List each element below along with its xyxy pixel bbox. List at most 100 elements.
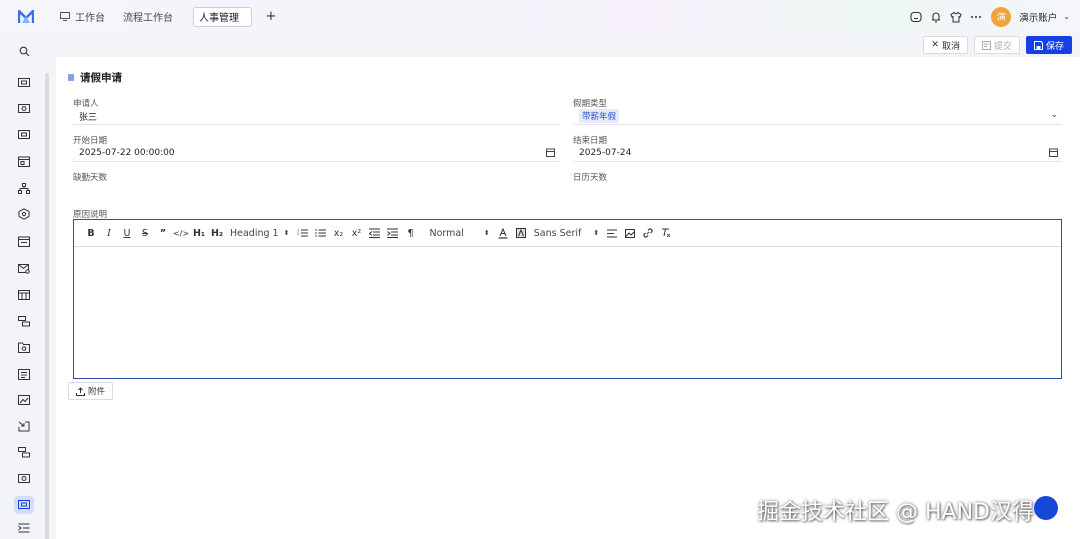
watermark-badge-icon bbox=[1034, 496, 1058, 520]
align-icon[interactable] bbox=[603, 226, 621, 240]
image-icon[interactable] bbox=[621, 226, 639, 240]
code-button[interactable]: </> bbox=[172, 226, 190, 240]
start-date-field[interactable]: 2025-07-22 00:00:00 bbox=[73, 145, 559, 162]
applicant-field[interactable]: 张三 bbox=[73, 108, 559, 125]
submit-icon bbox=[981, 40, 991, 50]
size-select[interactable]: Normal ⬍ bbox=[425, 228, 493, 239]
strikethrough-button[interactable]: S bbox=[136, 226, 154, 240]
top-bar: 工作台 流程工作台 人事管理 + 演 演示账户 ⌄ bbox=[0, 0, 1080, 33]
subscript-button[interactable]: x₂ bbox=[329, 226, 347, 240]
avatar[interactable]: 演 bbox=[991, 6, 1012, 27]
bold-button[interactable]: B bbox=[82, 226, 100, 240]
font-select[interactable]: Sans Serif ⬍ bbox=[530, 228, 603, 239]
superscript-button[interactable]: x² bbox=[347, 226, 365, 240]
italic-button[interactable]: I bbox=[100, 226, 118, 240]
sidebar-item-image-icon[interactable] bbox=[17, 393, 31, 407]
sidebar-item-calendar-icon[interactable] bbox=[17, 154, 31, 168]
save-label: 保存 bbox=[1045, 41, 1064, 52]
add-tab-button[interactable]: + bbox=[264, 9, 278, 24]
select-arrows-icon: ⬍ bbox=[593, 228, 600, 237]
more-icon[interactable] bbox=[969, 10, 983, 24]
sidebar-scrollbar[interactable] bbox=[45, 73, 49, 539]
select-arrows-icon: ⬍ bbox=[283, 228, 290, 237]
sidebar-item-hr-active-icon[interactable] bbox=[14, 496, 34, 514]
link-icon[interactable] bbox=[639, 226, 657, 240]
svg-text:2: 2 bbox=[297, 232, 299, 236]
end-date-field[interactable]: 2025-07-24 bbox=[573, 145, 1062, 162]
message-icon[interactable] bbox=[909, 10, 923, 24]
sidebar-item-layers-icon[interactable] bbox=[17, 314, 31, 328]
tab-hr-management[interactable]: 人事管理 bbox=[193, 6, 252, 27]
sidebar-item-screen-icon[interactable] bbox=[17, 128, 31, 142]
size-select-value: Normal bbox=[429, 227, 464, 239]
leave-type-tag: 带薪年假 bbox=[579, 109, 620, 123]
leave-type-select[interactable]: 带薪年假 ⌄ bbox=[573, 108, 1062, 125]
bullet-list-icon[interactable] bbox=[311, 226, 329, 240]
sidebar-item-mail-settings-icon[interactable] bbox=[17, 261, 31, 275]
background-color-icon[interactable] bbox=[512, 226, 530, 240]
heading-select[interactable]: Heading 1 ⬍ bbox=[226, 228, 293, 239]
tab-workbench[interactable]: 工作台 bbox=[54, 7, 111, 27]
search-icon[interactable] bbox=[17, 44, 31, 58]
calendar-icon[interactable] bbox=[546, 148, 555, 157]
sidebar-item-cube-icon[interactable] bbox=[17, 207, 31, 221]
sidebar-item-layers-icon[interactable] bbox=[17, 445, 31, 459]
absence-days-field bbox=[73, 182, 559, 199]
sidebar-item-screen-icon[interactable] bbox=[17, 102, 31, 116]
upload-icon bbox=[76, 386, 85, 396]
indent-icon[interactable] bbox=[383, 226, 401, 240]
sidebar-item-calendar-icon[interactable] bbox=[17, 234, 31, 248]
underline-button[interactable]: U bbox=[118, 226, 136, 240]
heading-select-value: Heading 1 bbox=[230, 227, 279, 239]
outdent-icon[interactable] bbox=[365, 226, 383, 240]
save-button[interactable]: 保存 bbox=[1025, 36, 1072, 54]
select-arrows-icon: ⬍ bbox=[483, 228, 490, 237]
rich-text-editor: B I U S ” </> H₁ H₂ Heading 1 ⬍ 12 x₂ x²… bbox=[73, 219, 1062, 379]
attachment-button[interactable]: 附件 bbox=[68, 382, 114, 400]
editor-content-area[interactable] bbox=[74, 247, 1061, 378]
font-color-icon[interactable] bbox=[494, 226, 512, 240]
shirt-icon[interactable] bbox=[949, 10, 963, 24]
collapse-menu-icon[interactable] bbox=[17, 521, 31, 535]
blockquote-button[interactable]: ” bbox=[154, 226, 172, 240]
heading2-button[interactable]: H₂ bbox=[208, 226, 226, 240]
tab-process-workbench[interactable]: 流程工作台 bbox=[117, 7, 179, 27]
end-date-value: 2025-07-24 bbox=[579, 148, 632, 158]
chevron-down-icon[interactable]: ⌄ bbox=[1063, 12, 1070, 21]
editor-toolbar: B I U S ” </> H₁ H₂ Heading 1 ⬍ 12 x₂ x²… bbox=[74, 220, 1061, 247]
tab-label: 工作台 bbox=[75, 13, 105, 24]
sidebar-item-screen-icon[interactable] bbox=[17, 472, 31, 486]
heading1-button[interactable]: H₁ bbox=[190, 226, 208, 240]
submit-button[interactable]: 提交 bbox=[973, 36, 1020, 54]
sidebar-item-table-icon[interactable] bbox=[17, 288, 31, 302]
clear-format-icon[interactable] bbox=[657, 226, 675, 240]
save-icon bbox=[1033, 40, 1043, 50]
start-date-value: 2025-07-22 00:00:00 bbox=[79, 148, 175, 158]
calendar-days-field bbox=[573, 182, 1062, 199]
bell-icon[interactable] bbox=[929, 10, 943, 24]
section-title: 请假申请 bbox=[68, 70, 122, 85]
sidebar-item-folder-icon[interactable] bbox=[17, 340, 31, 354]
sidebar-item-list-icon[interactable] bbox=[17, 367, 31, 381]
ordered-list-icon[interactable]: 12 bbox=[293, 226, 311, 240]
cancel-button[interactable]: ✕ 取消 bbox=[923, 36, 968, 54]
calendar-icon[interactable] bbox=[1049, 148, 1058, 157]
cancel-label: 取消 bbox=[941, 41, 960, 52]
close-icon: ✕ bbox=[931, 40, 939, 50]
account-name[interactable]: 演示账户 bbox=[1019, 10, 1057, 24]
sidebar bbox=[0, 33, 49, 539]
attachment-label: 附件 bbox=[88, 387, 106, 397]
app-logo-icon[interactable] bbox=[17, 9, 35, 24]
submit-label: 提交 bbox=[993, 41, 1012, 52]
font-select-value: Sans Serif bbox=[533, 227, 582, 239]
sidebar-item-screen-icon[interactable] bbox=[17, 76, 31, 90]
chevron-down-icon[interactable]: ⌄ bbox=[1050, 110, 1058, 120]
sidebar-item-export-icon[interactable] bbox=[17, 419, 31, 433]
tab-label: 流程工作台 bbox=[123, 13, 173, 24]
applicant-value: 张三 bbox=[79, 112, 98, 123]
text-direction-button[interactable]: ¶ bbox=[401, 226, 419, 240]
sidebar-item-org-chart-icon[interactable] bbox=[17, 181, 31, 195]
section-title-text: 请假申请 bbox=[80, 72, 122, 84]
action-bar: ✕ 取消 提交 保存 bbox=[923, 36, 1072, 54]
section-marker-icon bbox=[68, 74, 74, 81]
